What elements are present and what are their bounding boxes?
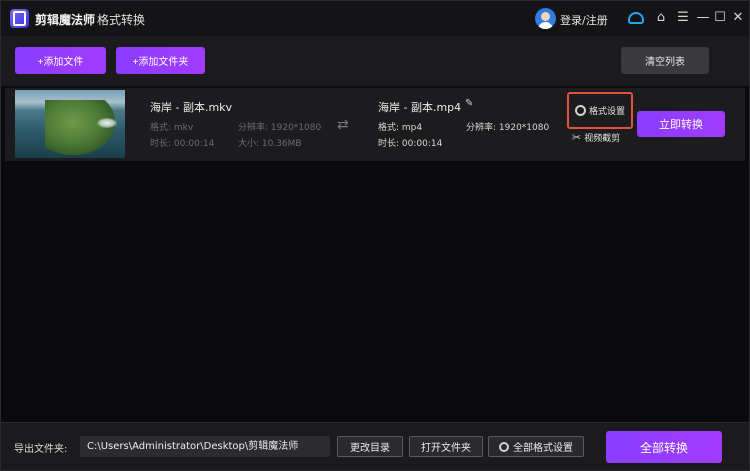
format-settings-label: 格式设置	[588, 107, 625, 117]
add-folder-button[interactable]: +添加文件夹	[116, 47, 205, 74]
source-format: 格式: mkv	[150, 123, 194, 133]
target-duration: 时长: 00:00:14	[378, 139, 443, 149]
page-title: 格式转换	[97, 13, 146, 27]
bottom-bar: 导出文件夹: 更改目录 打开文件夹 全部格式设置 全部转换	[1, 422, 749, 470]
gear-icon	[499, 441, 509, 452]
home-icon[interactable]: ⌂	[653, 10, 669, 26]
source-duration: 时长: 00:00:14	[150, 139, 215, 149]
minimize-icon[interactable]: —	[695, 10, 711, 26]
source-file-name: 海岸 - 副本.mkv	[150, 101, 233, 114]
convert-all-button[interactable]: 全部转换	[606, 431, 722, 463]
add-file-button[interactable]: +添加文件	[15, 47, 106, 74]
clear-list-button[interactable]: 清空列表	[621, 47, 709, 74]
convert-arrows-icon: ⇄	[337, 117, 349, 133]
app-window: 剪辑魔法师 - 格式转换 登录/注册 ⌂ ☰ — ☐ ✕ +添加文件 +添加文件…	[0, 0, 750, 471]
target-format: 格式: mp4	[378, 123, 423, 133]
menu-icon[interactable]: ☰	[675, 10, 691, 26]
source-size: 大小: 10.36MB	[238, 139, 302, 149]
support-icon[interactable]	[628, 10, 644, 26]
change-directory-button[interactable]: 更改目录	[337, 436, 403, 457]
edit-name-icon[interactable]: ✎	[465, 98, 476, 109]
output-path-field[interactable]	[80, 436, 330, 457]
target-resolution: 分辨率: 1920*1080	[466, 123, 550, 133]
source-resolution: 分辨率: 1920*1080	[238, 123, 322, 133]
login-register-link[interactable]: 登录/注册	[560, 12, 608, 28]
format-settings-button[interactable]: 格式设置	[567, 92, 633, 129]
all-format-settings-button[interactable]: 全部格式设置	[488, 436, 584, 457]
title-bar: 剪辑魔法师 - 格式转换 登录/注册 ⌂ ☰ — ☐ ✕	[1, 1, 749, 36]
file-list-item: 海岸 - 副本.mkv 格式: mkv 分辨率: 1920*1080 时长: 0…	[5, 88, 745, 161]
app-name: 剪辑魔法师	[35, 13, 96, 27]
scissors-icon: ✂	[572, 131, 582, 144]
open-folder-button[interactable]: 打开文件夹	[409, 436, 483, 457]
gear-icon	[574, 105, 586, 116]
avatar[interactable]	[535, 8, 556, 29]
video-thumbnail	[15, 90, 125, 158]
all-format-settings-label: 全部格式设置	[513, 443, 573, 454]
video-trim-label: 视频截剪	[584, 134, 621, 144]
maximize-icon[interactable]: ☐	[712, 10, 728, 26]
output-folder-label: 导出文件夹:	[14, 444, 68, 455]
title-separator: -	[87, 11, 92, 25]
close-icon[interactable]: ✕	[730, 10, 746, 26]
toolbar: +添加文件 +添加文件夹 清空列表	[1, 36, 749, 86]
app-logo-icon	[10, 9, 29, 28]
video-trim-button[interactable]: ✂ 视频截剪	[572, 131, 620, 144]
convert-now-button[interactable]: 立即转换	[637, 111, 725, 137]
target-file-name: 海岸 - 副本.mp4	[378, 101, 462, 114]
